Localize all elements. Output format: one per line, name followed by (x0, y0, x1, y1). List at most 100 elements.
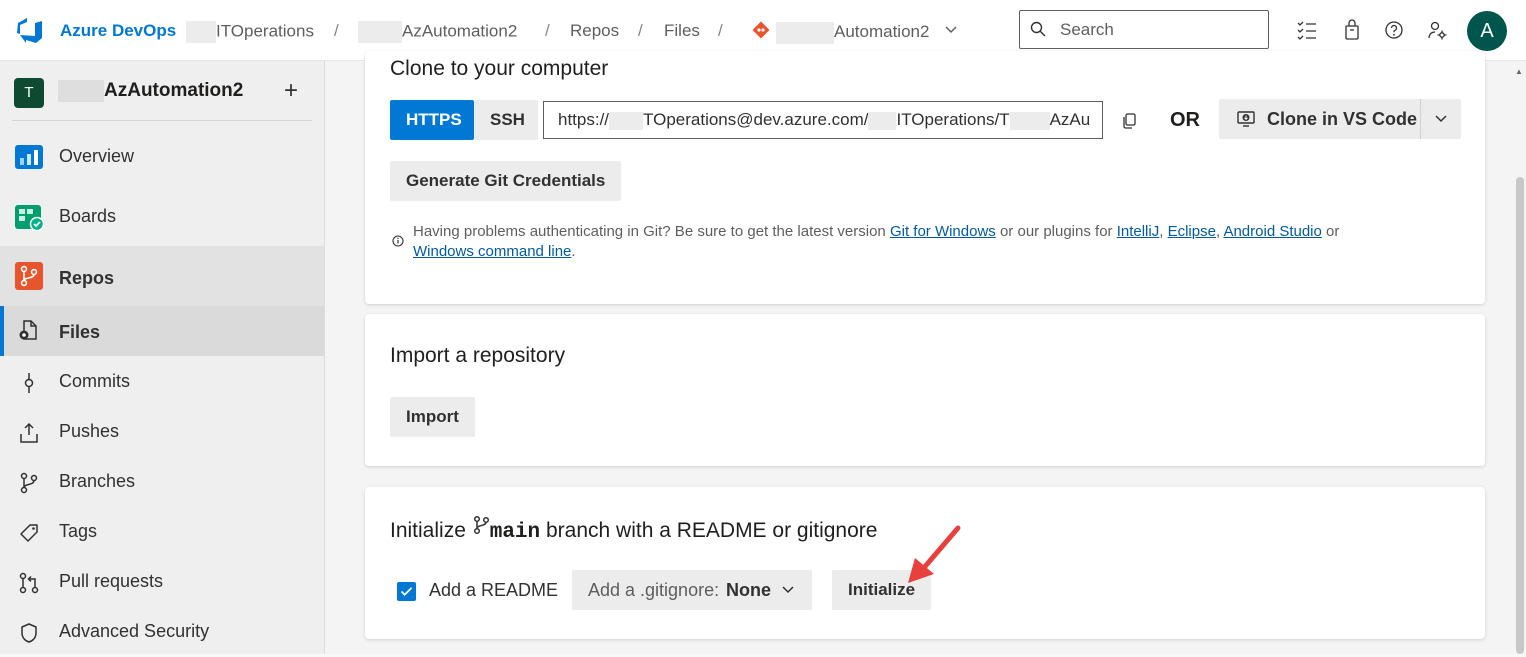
sidebar-item-label: Boards (59, 206, 117, 226)
redacted-block (58, 80, 104, 102)
clone-vscode-split-button: Clone in VS Code (1219, 99, 1461, 139)
help-icon[interactable] (1383, 19, 1405, 41)
shield-icon (21, 623, 37, 643)
eclipse-link[interactable]: Eclipse (1168, 223, 1216, 240)
breadcrumb-separator: / (334, 21, 339, 40)
gitignore-label: Add a .gitignore: (588, 580, 720, 600)
brand-name[interactable]: Azure DevOps (60, 21, 176, 41)
user-settings-icon[interactable] (1426, 19, 1448, 41)
sidebar-item-label: Advanced Security (59, 621, 210, 641)
sidebar-item-label: Branches (59, 471, 136, 491)
chevron-down-icon (1435, 115, 1447, 123)
breadcrumb-separator: / (545, 21, 550, 40)
sidebar-item-branches[interactable]: Branches (0, 457, 324, 507)
redacted-block (358, 21, 402, 43)
divider (12, 120, 312, 121)
scrollbar-thumb[interactable] (1516, 177, 1524, 654)
import-title: Import a repository (390, 344, 566, 367)
overview-icon (15, 145, 43, 169)
monitor-download-icon (1237, 111, 1255, 127)
sidebar-item-commits[interactable]: Commits (0, 357, 324, 407)
clone-in-vscode-button[interactable]: Clone in VS Code (1219, 99, 1420, 139)
generate-git-credentials-button[interactable]: Generate Git Credentials (390, 161, 622, 201)
repos-icon (15, 262, 43, 290)
task-list-icon[interactable] (1296, 19, 1318, 41)
project-badge[interactable]: T (14, 78, 44, 108)
breadcrumb-org[interactable]: ITOperations (186, 21, 314, 43)
sidebar-item-pushes[interactable]: Pushes (0, 407, 324, 457)
azure-devops-logo-icon[interactable] (15, 15, 45, 45)
breadcrumb-separator: / (638, 21, 643, 40)
sidebar-item-label: Pull requests (59, 571, 164, 591)
copy-icon[interactable] (1122, 113, 1136, 129)
breadcrumb-files[interactable]: Files (664, 21, 700, 41)
sidebar-item-label: Files (59, 322, 101, 342)
clone-options-dropdown[interactable] (1421, 99, 1461, 139)
clone-vscode-label: Clone in VS Code (1267, 109, 1418, 129)
gitignore-dropdown[interactable]: Add a .gitignore: None (572, 570, 812, 610)
redacted-block (609, 111, 644, 130)
user-avatar[interactable]: A (1467, 11, 1507, 51)
sidebar-item-label: Repos (59, 268, 115, 288)
sidebar-item-label: Tags (59, 521, 98, 541)
redacted-block (776, 21, 834, 44)
import-button[interactable]: Import (390, 397, 475, 437)
https-tab[interactable]: HTTPS (390, 100, 474, 140)
search-input[interactable] (1058, 17, 1258, 42)
initialize-title: Initialize main branch with a README or … (390, 515, 877, 544)
scroll-up-icon[interactable]: ▲ (1515, 67, 1523, 76)
clone-url-field[interactable]: https://TOperations@dev.azure.com/ITOper… (543, 101, 1103, 139)
or-label: OR (1170, 109, 1200, 131)
sidebar: T AzAutomation2 + Overview Boards Repos (0, 61, 325, 654)
auth-help-text: Having problems authenticating in Git? B… (413, 223, 1340, 260)
checkmark-icon (400, 587, 413, 596)
sidebar-item-label: Overview (59, 146, 135, 166)
sidebar-item-pull-requests[interactable]: Pull requests (0, 557, 324, 607)
import-card: Import a repository Import (365, 314, 1485, 466)
add-readme-checkbox[interactable] (397, 582, 416, 601)
ssh-tab[interactable]: SSH (474, 100, 538, 140)
sidebar-item-files[interactable]: Files (0, 306, 324, 356)
redacted-block (186, 21, 216, 43)
project-name[interactable]: AzAutomation2 (58, 80, 243, 102)
commits-icon (24, 373, 34, 393)
add-readme-label[interactable]: Add a README (429, 580, 558, 601)
branch-icon (473, 515, 489, 535)
selected-indicator (0, 306, 4, 356)
boards-icon (15, 205, 44, 232)
sidebar-item-label: Pushes (59, 421, 120, 441)
breadcrumb-project[interactable]: AzAutomation2 (358, 21, 517, 43)
git-repo-icon (752, 21, 770, 39)
branches-icon (20, 472, 38, 494)
sidebar-item-label: Commits (59, 371, 130, 391)
search-box[interactable] (1019, 10, 1269, 49)
breadcrumb-repo-selector[interactable]: Automation2 (752, 21, 958, 44)
chevron-down-icon (945, 26, 957, 34)
clone-card: Clone to your computer HTTPS SSH https:/… (365, 51, 1485, 304)
add-icon[interactable]: + (284, 77, 298, 105)
sidebar-item-repos[interactable]: Repos (0, 246, 324, 306)
branch-name: main (489, 521, 541, 544)
sidebar-item-boards[interactable]: Boards (0, 192, 324, 242)
annotation-arrow-icon (908, 525, 961, 583)
files-icon (19, 320, 37, 340)
pushes-icon (20, 422, 38, 443)
breadcrumb-separator: / (718, 21, 723, 40)
shopping-bag-icon[interactable] (1341, 19, 1363, 41)
sidebar-item-overview[interactable]: Overview (0, 132, 324, 182)
tags-icon (20, 524, 38, 542)
windows-command-line-link[interactable]: Windows command line (413, 243, 571, 260)
git-for-windows-link[interactable]: Git for Windows (890, 223, 996, 240)
intellij-link[interactable]: IntelliJ (1117, 223, 1160, 240)
search-icon (1030, 21, 1046, 37)
redacted-block (1009, 111, 1050, 130)
breadcrumb-repos[interactable]: Repos (570, 21, 619, 41)
sidebar-item-tags[interactable]: Tags (0, 507, 324, 557)
sidebar-item-advanced-security[interactable]: Advanced Security (0, 607, 324, 657)
pull-requests-icon (19, 572, 39, 594)
redacted-block (868, 111, 897, 130)
android-studio-link[interactable]: Android Studio (1223, 223, 1321, 240)
info-icon (392, 235, 404, 247)
chevron-down-icon (782, 586, 794, 594)
gitignore-value: None (726, 580, 771, 600)
